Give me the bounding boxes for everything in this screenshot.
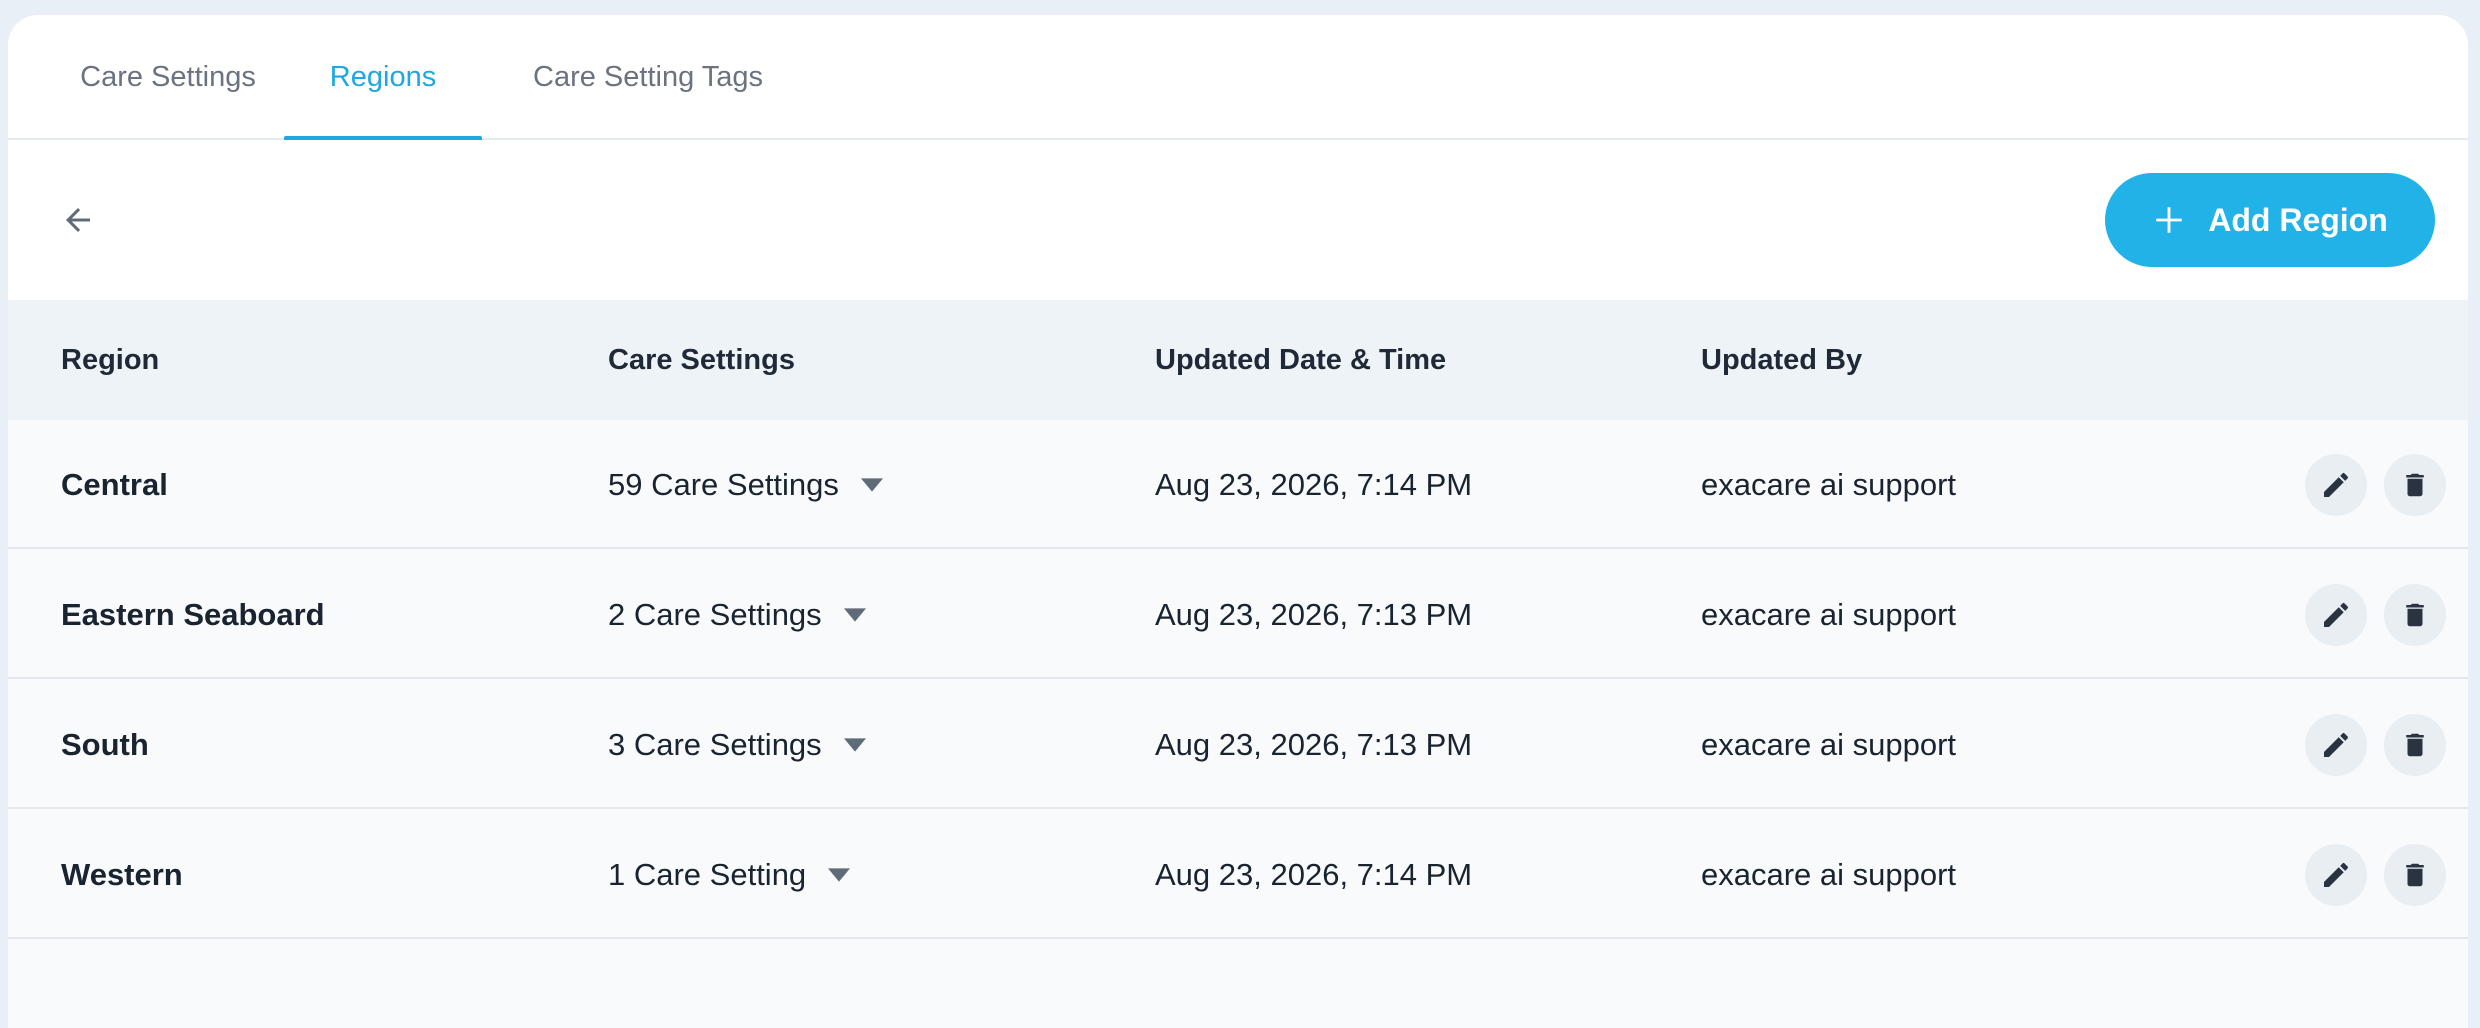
trash-icon — [2406, 603, 2424, 627]
tab-care-settings[interactable]: Care Settings — [58, 15, 278, 140]
arrow-left-icon — [66, 208, 90, 232]
region-name: Western — [61, 856, 183, 892]
edit-button[interactable] — [2305, 714, 2367, 776]
pencil-icon — [2324, 862, 2349, 887]
add-region-label: Add Region — [2208, 201, 2388, 238]
updated-date-time: Aug 23, 2026, 7:13 PM — [1155, 596, 1473, 632]
care-settings-dropdown[interactable]: 59 Care Settings — [608, 420, 883, 549]
toolbar: Add Region — [8, 140, 2468, 300]
care-settings-count: 1 Care Setting — [608, 856, 807, 892]
pencil-icon — [2324, 732, 2349, 757]
edit-button[interactable] — [2305, 584, 2367, 646]
table-row[interactable]: Eastern Seaboard 2 Care Settings Aug 23,… — [8, 550, 2468, 679]
trash-icon — [2406, 733, 2424, 757]
table-row[interactable]: Central 59 Care Settings Aug 23, 2026, 7… — [8, 420, 2468, 549]
pencil-icon — [2324, 602, 2349, 627]
region-name: South — [61, 726, 149, 762]
updated-by: exacare ai support — [1701, 596, 1957, 632]
delete-button[interactable] — [2384, 844, 2446, 906]
plus-icon — [2152, 203, 2186, 237]
care-settings-count: 59 Care Settings — [608, 466, 839, 502]
updated-date-time: Aug 23, 2026, 7:14 PM — [1155, 466, 1473, 502]
region-name: Central — [61, 466, 168, 502]
caret-down-icon[interactable] — [843, 737, 866, 752]
column-header-region[interactable]: Region — [61, 300, 159, 420]
care-settings-count: 3 Care Settings — [608, 726, 822, 762]
region-name: Eastern Seaboard — [61, 596, 325, 632]
caret-down-icon[interactable] — [860, 477, 883, 492]
trash-icon — [2406, 863, 2424, 887]
care-settings-dropdown[interactable]: 3 Care Settings — [608, 680, 866, 809]
care-settings-dropdown[interactable]: 1 Care Setting — [608, 810, 851, 939]
delete-button[interactable] — [2384, 714, 2446, 776]
edit-button[interactable] — [2305, 454, 2367, 516]
tab-regions[interactable]: Regions — [284, 15, 482, 142]
care-settings-count: 2 Care Settings — [608, 596, 822, 632]
column-header-updated-by[interactable]: Updated By — [1701, 300, 1862, 420]
column-header-updated-date-time[interactable]: Updated Date & Time — [1155, 300, 1446, 420]
delete-button[interactable] — [2384, 454, 2446, 516]
care-settings-dropdown[interactable]: 2 Care Settings — [608, 550, 866, 679]
pencil-icon — [2324, 472, 2349, 497]
updated-by: exacare ai support — [1701, 726, 1957, 762]
regions-panel: Care Settings Regions Care Setting Tags … — [8, 15, 2468, 1028]
column-header-care-settings[interactable]: Care Settings — [608, 300, 795, 420]
caret-down-icon[interactable] — [843, 607, 866, 622]
updated-date-time: Aug 23, 2026, 7:13 PM — [1155, 726, 1473, 762]
updated-by: exacare ai support — [1701, 466, 1957, 502]
table-row[interactable]: South 3 Care Settings Aug 23, 2026, 7:13… — [8, 680, 2468, 809]
delete-button[interactable] — [2384, 584, 2446, 646]
add-region-button[interactable]: Add Region — [2105, 173, 2435, 267]
table-row[interactable]: Western 1 Care Setting Aug 23, 2026, 7:1… — [8, 810, 2468, 939]
tab-care-setting-tags[interactable]: Care Setting Tags — [513, 15, 783, 140]
tab-bar: Care Settings Regions Care Setting Tags — [8, 15, 2468, 142]
table-header: Region Care Settings Updated Date & Time… — [8, 300, 2468, 420]
updated-by: exacare ai support — [1701, 856, 1957, 892]
back-button[interactable] — [48, 190, 108, 250]
edit-button[interactable] — [2305, 844, 2367, 906]
caret-down-icon[interactable] — [828, 867, 851, 882]
trash-icon — [2406, 473, 2424, 497]
updated-date-time: Aug 23, 2026, 7:14 PM — [1155, 856, 1473, 892]
